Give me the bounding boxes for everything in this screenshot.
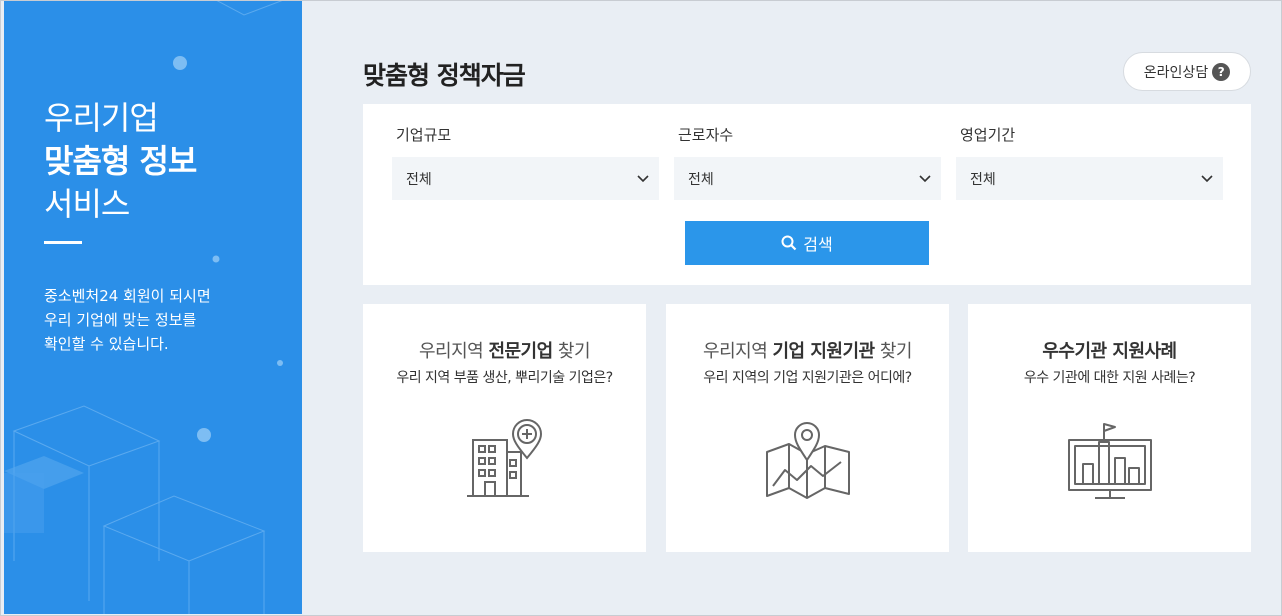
card-title-bold: 기업 지원기관: [772, 341, 875, 362]
card-title-bold: 우수기관 지원사례: [1042, 341, 1177, 362]
monitor-chart-icon: [1067, 423, 1152, 499]
online-consult-label: 온라인상담: [1143, 64, 1209, 81]
card-subtitle: 우리 지역 부품 생산, 뿌리기술 기업은?: [396, 370, 613, 386]
card-support-agencies[interactable]: 우리지역 기업 지원기관 찾기 우리 지역의 기업 지원기관은 어디에?: [666, 304, 949, 552]
map-pin-icon: [765, 422, 850, 499]
card-title-pre: 우리지역: [418, 341, 489, 362]
search-icon: [781, 235, 797, 251]
hero-divider: [44, 241, 82, 244]
employee-count-select[interactable]: 전체: [674, 157, 941, 200]
select-value: 전체: [970, 171, 996, 188]
card-subtitle: 우수 기관에 대한 지원 사례는?: [1023, 370, 1196, 386]
hero-desc-line: 확인할 수 있습니다.: [44, 335, 169, 353]
card-title: 우리지역 전문기업 찾기: [363, 337, 646, 363]
chevron-down-icon: [919, 174, 931, 182]
search-button-label: 검색: [803, 235, 833, 254]
search-button[interactable]: 검색: [685, 221, 929, 265]
card-title: 우리지역 기업 지원기관 찾기: [666, 337, 949, 363]
hero-title: 우리기업 맞춤형 정보 서비스: [44, 97, 197, 226]
hero-title-line1: 우리기업: [44, 99, 159, 137]
hero-panel: 우리기업 맞춤형 정보 서비스 중소벤처24 회원이 되시면 우리 기업에 맞는…: [4, 1, 302, 614]
hero-description: 중소벤처24 회원이 되시면 우리 기업에 맞는 정보를 확인할 수 있습니다.: [44, 284, 211, 356]
hero-title-line3: 서비스: [44, 185, 130, 223]
question-icon: ?: [1212, 62, 1231, 81]
hero-desc-line: 우리 기업에 맞는 정보를: [44, 311, 197, 329]
hero-desc-line: 중소벤처24 회원이 되시면: [44, 287, 211, 305]
card-title-post: 찾기: [552, 341, 591, 362]
card-title-post: 찾기: [874, 341, 913, 362]
filter-panel: 기업규모 전체 근로자수 전체 영업기간 전체 검색: [363, 104, 1251, 285]
filter-label: 영업기간: [960, 126, 1016, 144]
building-pin-icon: [466, 419, 542, 497]
card-excellent-cases[interactable]: 우수기관 지원사례 우수 기관에 대한 지원 사례는?: [968, 304, 1251, 552]
filter-business-period: 영업기간 전체: [956, 124, 1223, 200]
card-title-bold: 전문기업: [488, 341, 553, 362]
chevron-down-icon: [637, 174, 649, 182]
card-specialized-companies[interactable]: 우리지역 전문기업 찾기 우리 지역 부품 생산, 뿌리기술 기업은?: [363, 304, 646, 552]
online-consult-button[interactable]: 온라인상담 ?: [1123, 52, 1251, 91]
card-title: 우수기관 지원사례: [968, 337, 1251, 363]
select-value: 전체: [688, 171, 714, 188]
hero-title-line2: 맞춤형 정보: [44, 142, 197, 180]
business-period-select[interactable]: 전체: [956, 157, 1223, 200]
card-title-pre: 우리지역: [703, 341, 773, 362]
page-title: 맞춤형 정책자금: [363, 61, 526, 90]
filter-label: 기업규모: [396, 126, 452, 144]
select-value: 전체: [406, 171, 432, 188]
filter-company-size: 기업규모 전체: [392, 124, 659, 200]
filter-label: 근로자수: [678, 126, 734, 144]
card-subtitle: 우리 지역의 기업 지원기관은 어디에?: [703, 370, 912, 386]
chevron-down-icon: [1201, 174, 1213, 182]
filter-employee-count: 근로자수 전체: [674, 124, 941, 200]
company-size-select[interactable]: 전체: [392, 157, 659, 200]
